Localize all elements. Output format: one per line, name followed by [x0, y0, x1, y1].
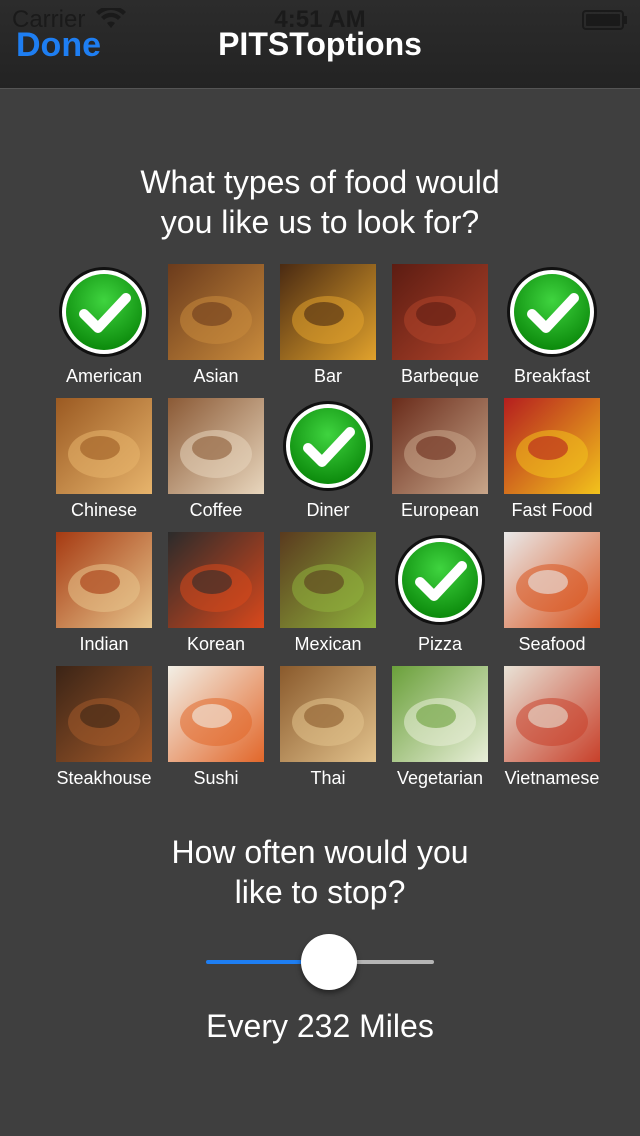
slider-thumb[interactable] [300, 934, 357, 990]
food-photo [280, 264, 376, 360]
page-title: PITSToptions [218, 26, 422, 62]
stop-question-line-2: like to stop? [234, 874, 406, 910]
food-tile-label: Vegetarian [396, 768, 484, 788]
food-photo [56, 532, 152, 628]
food-tile-label: Indian [79, 634, 129, 654]
food-photo [56, 666, 152, 762]
food-question: What types of food would you like us to … [0, 162, 640, 242]
food-tile-label: Mexican [294, 634, 362, 654]
food-tile-label: American [65, 366, 143, 386]
food-tile-label: Chinese [70, 500, 138, 520]
food-tile-fast-food[interactable]: Fast Food [496, 396, 608, 530]
food-tile-vegetarian[interactable]: Vegetarian [384, 664, 496, 798]
food-question-line-2: you like us to look for? [160, 204, 480, 240]
food-tile-sushi[interactable]: Sushi [160, 664, 272, 798]
food-tile-european[interactable]: European [384, 396, 496, 530]
food-tile-label: Vietnamese [504, 768, 600, 788]
food-photo [280, 666, 376, 762]
food-tile-label: Barbeque [400, 366, 480, 386]
food-photo [168, 532, 264, 628]
food-tile-label: Fast Food [511, 500, 593, 520]
food-photo [168, 398, 264, 494]
food-tile-pizza[interactable]: Pizza [384, 530, 496, 664]
food-tile-indian[interactable]: Indian [48, 530, 160, 664]
food-photo [280, 532, 376, 628]
stop-question: How often would you like to stop? [0, 832, 640, 912]
food-photo [392, 666, 488, 762]
food-tile-seafood[interactable]: Seafood [496, 530, 608, 664]
navigation-bar: Carrier 4:51 AM Done PITSToptions [0, 0, 640, 89]
food-tile-vietnamese[interactable]: Vietnamese [496, 664, 608, 798]
food-tile-label: Steakhouse [56, 768, 152, 788]
food-tile-label: Seafood [518, 634, 586, 654]
food-photo [392, 398, 488, 494]
food-tile-breakfast[interactable]: Breakfast [496, 262, 608, 396]
food-tile-asian[interactable]: Asian [160, 262, 272, 396]
food-photo [392, 264, 488, 360]
food-photo [168, 666, 264, 762]
food-tile-label: Breakfast [513, 366, 591, 386]
food-question-line-1: What types of food would [140, 164, 500, 200]
food-tile-label: Sushi [193, 768, 239, 788]
food-tile-mexican[interactable]: Mexican [272, 530, 384, 664]
food-tile-thai[interactable]: Thai [272, 664, 384, 798]
food-tile-chinese[interactable]: Chinese [48, 396, 160, 530]
food-tile-label: Pizza [417, 634, 462, 654]
food-tile-korean[interactable]: Korean [160, 530, 272, 664]
food-tile-american[interactable]: American [48, 262, 160, 396]
food-tile-barbeque[interactable]: Barbeque [384, 262, 496, 396]
food-photo [168, 264, 264, 360]
stop-frequency-slider[interactable] [206, 934, 434, 990]
food-tile-label: Coffee [189, 500, 243, 520]
checkmark-icon [504, 264, 600, 360]
food-photo [504, 398, 600, 494]
checkmark-icon [392, 532, 488, 628]
food-photo [56, 398, 152, 494]
food-tile-steakhouse[interactable]: Steakhouse [48, 664, 160, 798]
food-tile-label: Thai [310, 768, 346, 788]
food-tile-label: Bar [313, 366, 342, 386]
food-tile-bar[interactable]: Bar [272, 262, 384, 396]
checkmark-icon [56, 264, 152, 360]
food-tile-diner[interactable]: Diner [272, 396, 384, 530]
food-tile-label: Korean [186, 634, 246, 654]
food-photo [504, 532, 600, 628]
stop-question-line-1: How often would you [171, 834, 469, 870]
checkmark-icon [280, 398, 376, 494]
food-tile-coffee[interactable]: Coffee [160, 396, 272, 530]
food-photo [504, 666, 600, 762]
stop-distance-label: Every 232 Miles [206, 1008, 434, 1044]
food-tile-label: Asian [193, 366, 239, 386]
food-tile-label: Diner [306, 500, 350, 520]
food-tile-label: European [400, 500, 480, 520]
